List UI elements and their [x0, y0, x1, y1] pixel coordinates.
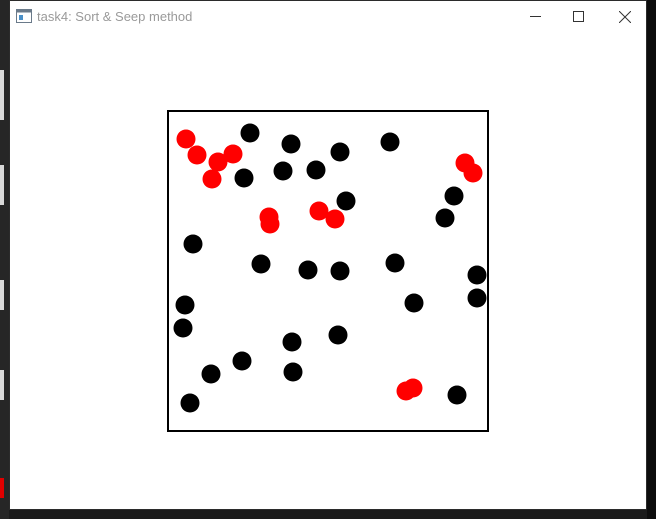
- black-ball: [330, 142, 350, 162]
- black-ball: [173, 318, 193, 338]
- black-ball: [467, 265, 487, 285]
- red-ball: [325, 209, 345, 229]
- black-ball: [273, 161, 293, 181]
- red-ball: [176, 129, 196, 149]
- black-ball: [328, 325, 348, 345]
- red-ball: [187, 145, 207, 165]
- black-ball: [447, 385, 467, 405]
- black-ball: [385, 253, 405, 273]
- black-ball: [283, 362, 303, 382]
- black-ball: [282, 332, 302, 352]
- balls-layer: [173, 123, 487, 413]
- black-ball: [183, 234, 203, 254]
- black-ball: [330, 261, 350, 281]
- black-ball: [298, 260, 318, 280]
- black-ball: [281, 134, 301, 154]
- black-ball: [444, 186, 464, 206]
- red-ball: [463, 163, 483, 183]
- black-ball: [180, 393, 200, 413]
- black-ball: [251, 254, 271, 274]
- black-ball: [435, 208, 455, 228]
- black-ball: [175, 295, 195, 315]
- black-ball: [234, 168, 254, 188]
- black-ball: [240, 123, 260, 143]
- black-ball: [380, 132, 400, 152]
- red-ball: [202, 169, 222, 189]
- red-ball: [223, 144, 243, 164]
- red-ball: [403, 378, 423, 398]
- black-ball: [306, 160, 326, 180]
- red-ball: [260, 214, 280, 234]
- black-ball: [404, 293, 424, 313]
- black-ball: [232, 351, 252, 371]
- black-ball: [336, 191, 356, 211]
- simulation-canvas: [167, 110, 489, 432]
- black-ball: [467, 288, 487, 308]
- black-ball: [201, 364, 221, 384]
